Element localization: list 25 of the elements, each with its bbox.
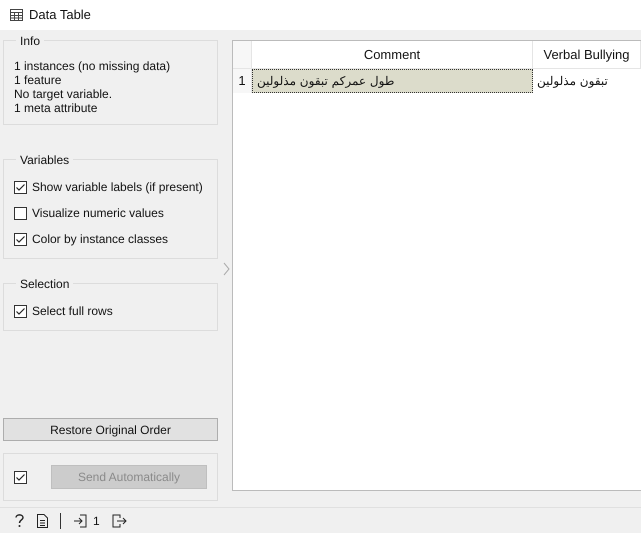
table-icon <box>10 9 23 21</box>
checkbox[interactable] <box>14 206 27 220</box>
row-header[interactable]: 1 <box>233 69 252 93</box>
checkbox[interactable] <box>14 304 27 318</box>
input-icon[interactable] <box>73 514 87 528</box>
document-icon[interactable] <box>37 514 48 528</box>
checkbox-label: Visualize numeric values <box>32 205 164 222</box>
info-text: 1 instances (no missing data) <box>14 59 172 73</box>
help-icon[interactable] <box>14 513 25 528</box>
table-cell-text: تبقون مذلولين <box>536 73 609 90</box>
restore-button[interactable]: Restore Original Order <box>3 418 218 441</box>
checkbox-label: Color by instance classes <box>32 231 168 248</box>
checkbox[interactable] <box>14 232 27 246</box>
input-count: 1 <box>93 512 100 530</box>
info-text: No target variable. <box>14 87 114 101</box>
table-cell: طول عمركم تبقون مذلولين <box>252 69 533 93</box>
info-text: 1 feature <box>14 73 62 87</box>
checkbox-label: Select full rows <box>32 303 113 320</box>
window-title: Data Table <box>29 6 91 24</box>
checkbox-label: Show variable labels (if present) <box>32 179 203 196</box>
column-header[interactable]: Verbal Bullying <box>533 41 641 68</box>
output-icon[interactable] <box>112 514 127 528</box>
column-header[interactable]: Comment <box>252 41 533 68</box>
info-text: 1 meta attribute <box>14 101 98 115</box>
checkbox[interactable] <box>14 180 27 194</box>
